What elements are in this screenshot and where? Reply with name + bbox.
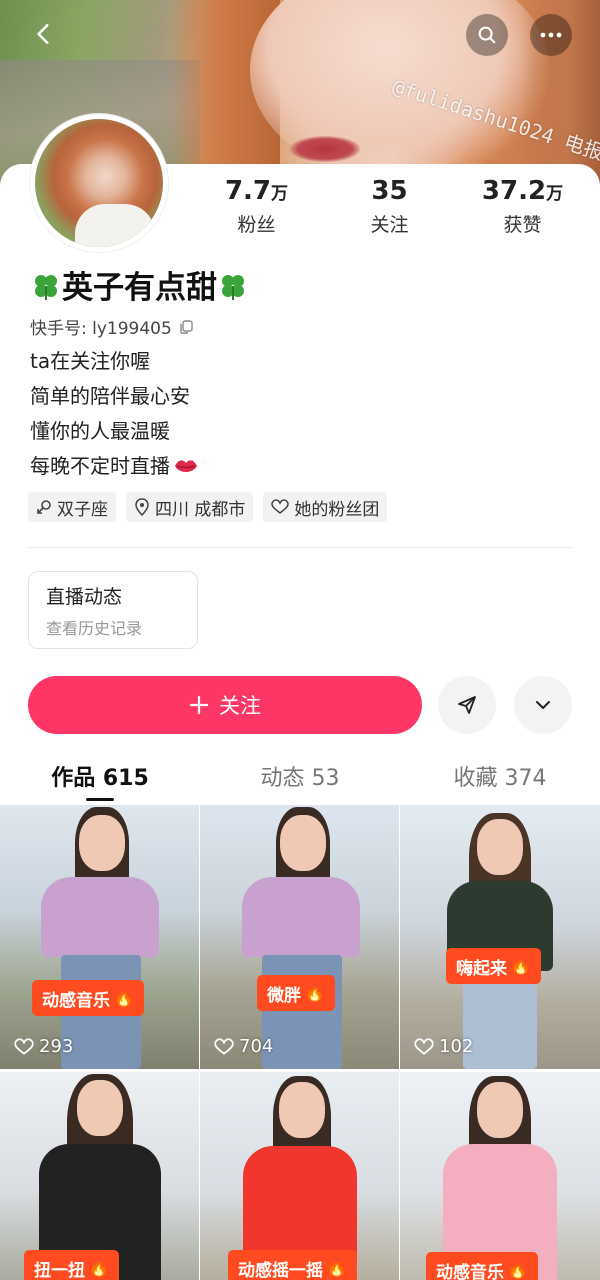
video-thumbnail[interactable]: 扭一扭 🔥 [0,1072,199,1280]
search-icon [478,26,496,44]
heart-outline-icon [271,499,290,514]
heart-outline-icon [414,1037,434,1055]
video-badge-label: 动感音乐 [42,990,110,1011]
profile-tags: 双子座 四川 成都市 她的粉丝团 [28,492,388,522]
video-likes-count: 293 [39,1036,74,1057]
send-arrow-icon [458,696,476,714]
stat-fans-label: 粉丝 [237,214,276,236]
video-badge: 微胖 🔥 [257,975,336,1011]
video-thumbnail[interactable]: 动感摇一摇 🔥 [200,1072,399,1280]
video-badge-label: 微胖 [267,985,301,1006]
video-likes: 102 [414,1036,473,1057]
heart-outline-icon [214,1037,234,1055]
fire-icon: 🔥 [113,988,135,1008]
stat-likes[interactable]: 37.2万 获赞 [456,176,589,237]
location-pin-icon [135,498,149,516]
stat-fans[interactable]: 7.7万 粉丝 [190,176,323,237]
bio-line: 简单的陪伴最心安 [30,384,190,408]
fire-icon: 🔥 [507,1260,529,1280]
tab-moments[interactable]: 动态 53 [200,760,400,804]
video-badge-label: 动感音乐 [436,1262,504,1280]
video-badge: 嗨起来 🔥 [446,948,542,984]
stat-following[interactable]: 35 关注 [323,176,456,237]
stat-likes-unit: 万 [546,184,564,204]
video-thumbnail[interactable]: 动感音乐 🔥 293 [0,805,199,1069]
share-button[interactable] [438,676,496,734]
fire-icon: 🔥 [88,1258,110,1278]
video-badge-label: 动感摇一摇 [238,1260,323,1280]
tag-location-label: 四川 成都市 [155,499,246,520]
video-thumbnail[interactable]: 微胖 🔥 704 [200,805,399,1069]
tab-favorites[interactable]: 收藏 374 [400,760,600,804]
video-likes: 704 [214,1036,273,1057]
tag-fan-club-label: 她的粉丝团 [294,499,380,520]
search-button[interactable] [466,14,508,56]
bio: ta在关注你喔 简单的陪伴最心安 懂你的人最温暖 每晚不定时直播 [30,344,199,484]
video-badge: 扭一扭 🔥 [24,1250,120,1280]
chevron-down-icon [536,701,550,709]
video-thumbnail[interactable]: 嗨起来 🔥 102 [400,805,600,1069]
stat-following-number: 35 [371,176,408,206]
video-badge: 动感音乐 🔥 [32,980,145,1016]
tag-zodiac-label: 双子座 [57,499,108,520]
tag-location[interactable]: 四川 成都市 [126,492,254,522]
stat-fans-number: 7.7 [224,176,272,206]
fire-icon: 🔥 [326,1258,348,1278]
video-thumbnail[interactable]: 动感音乐 🔥 [400,1072,600,1280]
more-button[interactable] [530,14,572,56]
video-badge: 动感摇一摇 🔥 [228,1250,358,1280]
back-button[interactable] [24,14,64,54]
chevron-left-icon [37,24,49,44]
stat-likes-label: 获赞 [503,214,542,236]
more-dots-icon [540,32,562,38]
bio-line-with-icon: 每晚不定时直播 [30,449,199,484]
profile-name: 英子有点甜 [62,270,217,306]
profile-name-row: 英子有点甜 [30,262,249,307]
video-likes: 293 [14,1036,73,1057]
heart-outline-icon [14,1037,34,1055]
video-likes-count: 102 [439,1036,474,1057]
video-likes-count: 704 [239,1036,274,1057]
tag-fan-club[interactable]: 她的粉丝团 [263,492,388,522]
stat-likes-number: 37.2 [481,176,547,206]
kuaishou-id: 快手号: ly199405 [30,319,172,339]
clover-icon [222,275,244,300]
divider [28,547,572,548]
live-history-card[interactable]: 直播动态 查看历史记录 [28,571,198,649]
video-badge-label: 扭一扭 [34,1260,85,1280]
video-badge: 动感音乐 🔥 [426,1252,539,1280]
clover-icon [35,275,57,300]
fire-icon: 🔥 [304,983,326,1003]
bio-line: 每晚不定时直播 [30,454,170,478]
live-history-subtitle: 查看历史记录 [46,619,143,638]
active-tab-indicator [86,798,114,801]
video-badge-label: 嗨起来 [456,958,507,979]
gender-male-icon [37,500,51,514]
stats-row: 7.7万 粉丝 35 关注 37.2万 获赞 [190,176,590,237]
avatar[interactable] [30,114,168,252]
expand-button[interactable] [514,676,572,734]
plus-icon [189,695,209,715]
stat-following-label: 关注 [370,214,409,236]
live-history-title: 直播动态 [46,586,123,608]
bio-line: ta在关注你喔 [30,349,151,373]
video-grid: 动感音乐 🔥 293 微胖 🔥 704 嗨起来 🔥 102 扭一扭 🔥 动感摇一… [0,805,600,1280]
kiss-lips-icon [175,460,197,472]
fire-icon: 🔥 [510,956,532,976]
copy-icon[interactable] [178,319,194,335]
follow-button-label: 关注 [219,694,261,718]
tag-zodiac[interactable]: 双子座 [28,492,116,522]
bio-line: 懂你的人最温暖 [30,419,170,443]
kuaishou-id-row[interactable]: 快手号: ly199405 [30,314,194,339]
follow-button[interactable]: 关注 [28,676,422,734]
stat-fans-unit: 万 [271,184,289,204]
